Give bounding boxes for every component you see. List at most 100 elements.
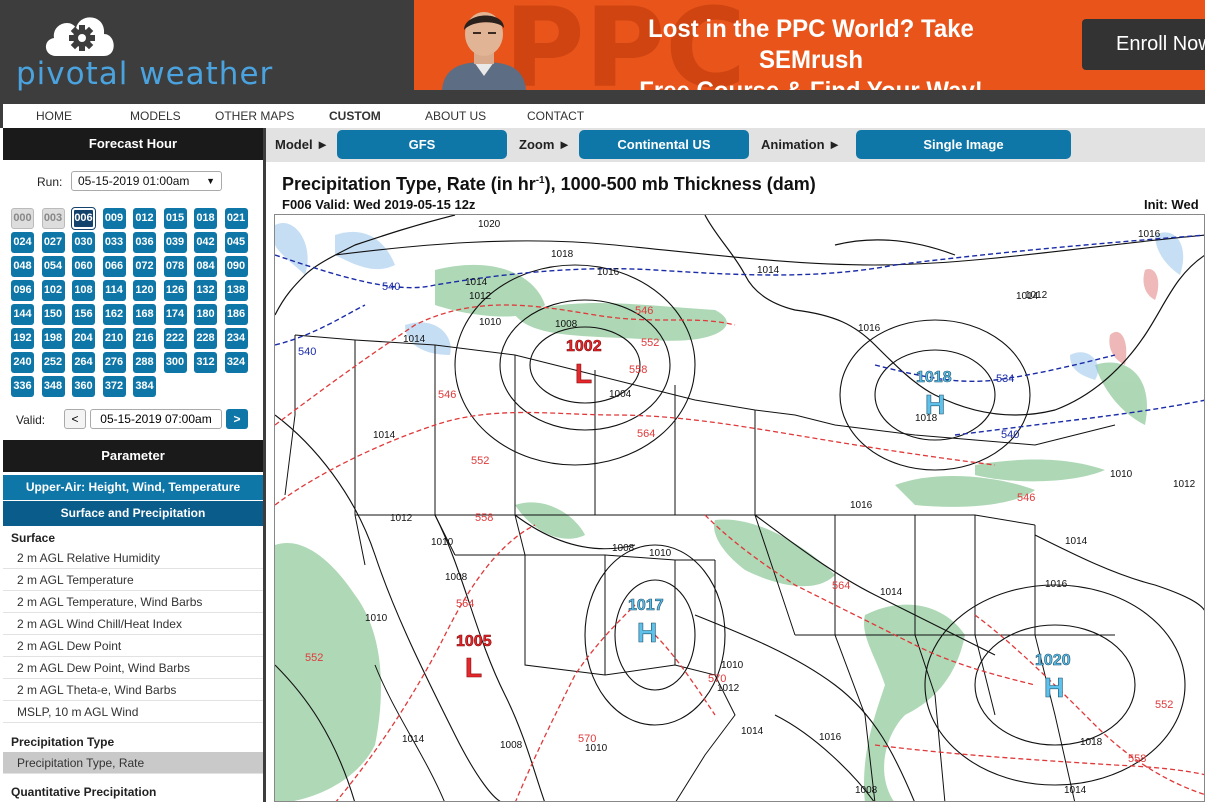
forecast-hour-button[interactable]: 198 (41, 328, 65, 349)
forecast-hour-button[interactable]: 030 (72, 232, 95, 253)
forecast-hour-button[interactable]: 228 (194, 328, 217, 349)
param-dew-point[interactable]: 2 m AGL Dew Point (3, 635, 263, 657)
forecast-hour-button[interactable]: 168 (133, 304, 156, 325)
forecast-hour-button[interactable]: 132 (194, 280, 217, 301)
logo-text[interactable]: pivotal weather (16, 56, 273, 92)
isobar-label: 1018 (551, 249, 574, 260)
forecast-hour-button[interactable]: 033 (102, 232, 126, 253)
forecast-hour-button[interactable]: 054 (41, 256, 65, 277)
forecast-hour-button[interactable]: 324 (224, 352, 248, 373)
forecast-hour-button[interactable]: 348 (41, 376, 65, 397)
isobar-label: 1014 (741, 726, 764, 737)
isobar-label: 1012 (1173, 479, 1196, 490)
forecast-hour-button[interactable]: 108 (72, 280, 95, 301)
forecast-hour-button[interactable]: 114 (102, 280, 126, 301)
nav-models[interactable]: MODELS (130, 109, 181, 123)
forecast-hour-button[interactable]: 060 (72, 256, 95, 277)
forecast-hour-button[interactable]: 300 (163, 352, 187, 373)
param-2m-temp[interactable]: 2 m AGL Temperature (3, 569, 263, 591)
zoom-button[interactable]: Continental US (579, 130, 749, 159)
forecast-hour-button[interactable]: 222 (163, 328, 187, 349)
isobar-label: 1020 (478, 219, 501, 230)
forecast-hour-button[interactable]: 162 (102, 304, 126, 325)
forecast-hour-button[interactable]: 048 (11, 256, 34, 277)
forecast-hour-button[interactable]: 144 (11, 304, 34, 325)
left-sidebar: Forecast Hour Run: 05-15-2019 01:00am ▼ … (0, 128, 266, 802)
param-theta-e[interactable]: 2 m AGL Theta-e, Wind Barbs (3, 679, 263, 701)
forecast-hour-button[interactable]: 012 (133, 208, 156, 229)
forecast-hour-button[interactable]: 210 (102, 328, 126, 349)
forecast-hour-button[interactable]: 090 (224, 256, 248, 277)
forecast-hour-button[interactable]: 096 (11, 280, 34, 301)
high-center-letter: H (637, 617, 657, 648)
model-button[interactable]: GFS (337, 130, 507, 159)
nav-about-us[interactable]: ABOUT US (425, 109, 486, 123)
forecast-hour-button[interactable]: 174 (163, 304, 187, 325)
section-qpf: Quantitative Precipitation (11, 785, 157, 799)
thickness-label: 552 (305, 652, 323, 664)
forecast-hour-button[interactable]: 042 (194, 232, 217, 253)
forecast-hour-button[interactable]: 288 (133, 352, 156, 373)
forecast-hour-button[interactable]: 252 (41, 352, 65, 373)
forecast-hour-button[interactable]: 150 (41, 304, 65, 325)
param-2m-temp-barbs[interactable]: 2 m AGL Temperature, Wind Barbs (3, 591, 263, 613)
forecast-hour-button[interactable]: 240 (11, 352, 34, 373)
forecast-hour-button[interactable]: 192 (11, 328, 34, 349)
param-2m-rh[interactable]: 2 m AGL Relative Humidity (3, 547, 263, 569)
param-mslp-wind[interactable]: MSLP, 10 m AGL Wind (3, 701, 263, 723)
nav-contact[interactable]: CONTACT (527, 109, 584, 123)
ad-enroll-button[interactable]: Enroll Now (1082, 19, 1205, 70)
forecast-hour-button[interactable]: 045 (224, 232, 248, 253)
isobar-label: 1008 (555, 319, 578, 330)
forecast-hour-button[interactable]: 138 (224, 280, 248, 301)
forecast-hour-button[interactable]: 384 (133, 376, 156, 397)
forecast-hour-button[interactable]: 024 (11, 232, 34, 253)
forecast-hour-button[interactable]: 036 (133, 232, 156, 253)
forecast-hour-button[interactable]: 018 (194, 208, 217, 229)
nav-home[interactable]: HOME (36, 109, 72, 123)
weather-map[interactable]: 1020 1018 1016 1014 1014 1012 1010 1008 … (274, 214, 1205, 802)
forecast-hour-button[interactable]: 276 (102, 352, 126, 373)
logo-cloud-gear-icon[interactable] (42, 10, 118, 58)
forecast-hour-button[interactable]: 336 (11, 376, 34, 397)
forecast-hour-button[interactable]: 186 (224, 304, 248, 325)
param-precip-type-rate[interactable]: Precipitation Type, Rate (3, 752, 263, 774)
valid-prev-button[interactable]: < (64, 409, 86, 429)
forecast-hour-button[interactable]: 264 (72, 352, 95, 373)
forecast-hour-button[interactable]: 078 (163, 256, 187, 277)
forecast-hour-button[interactable]: 360 (72, 376, 95, 397)
forecast-hour-button[interactable]: 027 (41, 232, 65, 253)
forecast-hour-button[interactable]: 120 (133, 280, 156, 301)
forecast-hour-button[interactable]: 084 (194, 256, 217, 277)
param-wind-chill[interactable]: 2 m AGL Wind Chill/Heat Index (3, 613, 263, 635)
thickness-label: 552 (1155, 699, 1173, 711)
run-select[interactable]: 05-15-2019 01:00am ▼ (71, 171, 222, 191)
valid-next-button[interactable]: > (226, 409, 248, 429)
forecast-hour-button[interactable]: 015 (163, 208, 187, 229)
model-label: Model ► (275, 137, 330, 152)
forecast-hour-button[interactable]: 156 (72, 304, 95, 325)
animation-button[interactable]: Single Image (856, 130, 1071, 159)
forecast-hour-button[interactable]: 312 (194, 352, 217, 373)
nav-other-maps[interactable]: OTHER MAPS (215, 109, 294, 123)
forecast-hour-button[interactable]: 066 (102, 256, 126, 277)
forecast-hour-button[interactable]: 009 (102, 208, 126, 229)
param-dew-point-barbs[interactable]: 2 m AGL Dew Point, Wind Barbs (3, 657, 263, 679)
forecast-hour-button[interactable]: 102 (41, 280, 65, 301)
forecast-hour-button[interactable]: 372 (102, 376, 126, 397)
forecast-hour-button[interactable]: 126 (163, 280, 187, 301)
forecast-hour-button[interactable]: 072 (133, 256, 156, 277)
forecast-hour-button[interactable]: 021 (224, 208, 248, 229)
ad-banner[interactable]: PPC Lost in the PPC World? Take SEMrush … (414, 0, 1205, 90)
forecast-hour-button[interactable]: 039 (163, 232, 187, 253)
nav-custom[interactable]: CUSTOM (329, 109, 381, 123)
forecast-hour-button[interactable]: 234 (224, 328, 248, 349)
isobar-label: 1012 (390, 513, 413, 524)
forecast-hour-button[interactable]: 180 (194, 304, 217, 325)
category-surface-precip[interactable]: Surface and Precipitation (3, 501, 263, 526)
forecast-hour-button[interactable]: 006 (71, 207, 96, 230)
forecast-hour-button[interactable]: 216 (133, 328, 156, 349)
high-center-value: 1020 (1035, 652, 1071, 669)
category-upper-air[interactable]: Upper-Air: Height, Wind, Temperature (3, 475, 263, 500)
forecast-hour-button[interactable]: 204 (72, 328, 95, 349)
